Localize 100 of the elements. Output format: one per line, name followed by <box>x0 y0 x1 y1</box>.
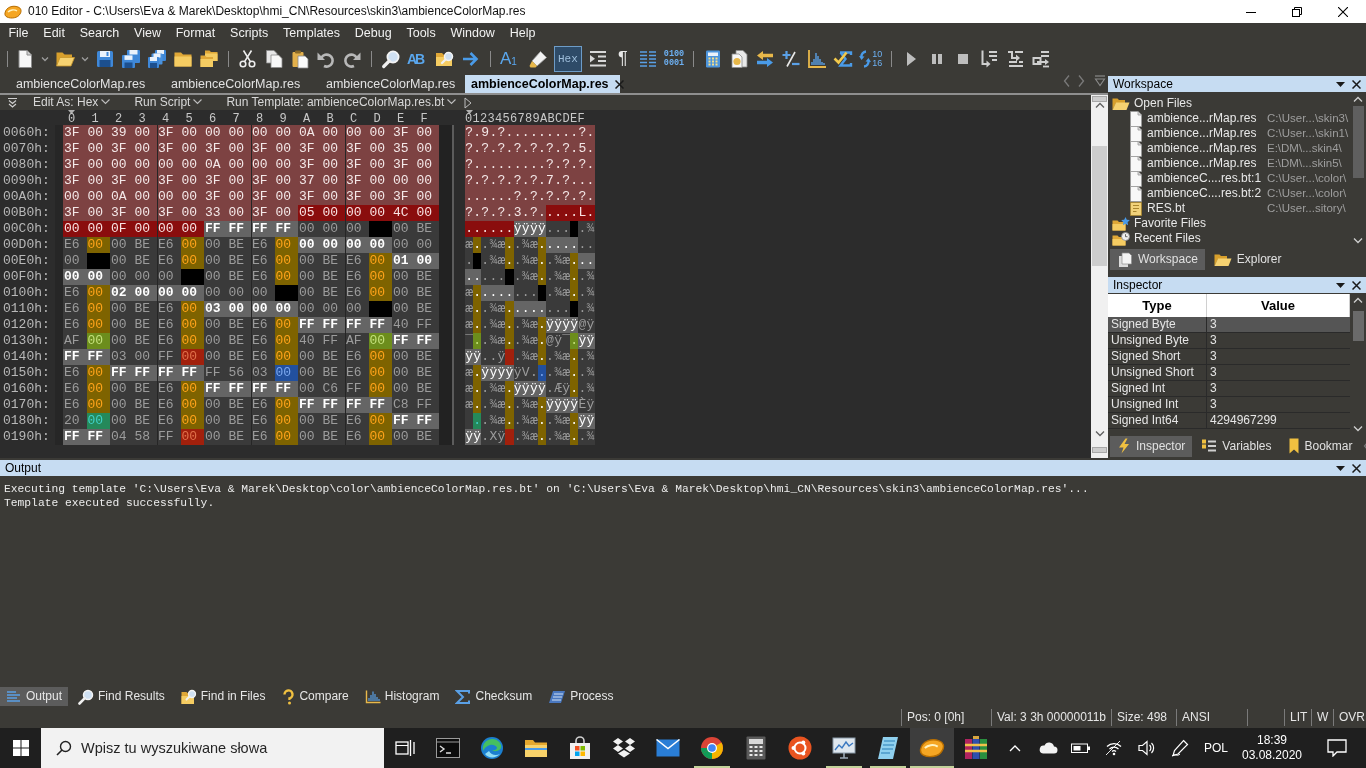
arrow-right-icon[interactable] <box>461 49 481 69</box>
chevron-left-icon[interactable] <box>1062 73 1072 89</box>
lines-arrows-icon[interactable] <box>587 49 608 69</box>
menu-item[interactable]: Tools <box>399 26 444 41</box>
menu-item[interactable]: Scripts <box>222 26 276 41</box>
wifi-icon[interactable] <box>1104 740 1123 756</box>
ring-logo-icon[interactable] <box>788 736 812 760</box>
notepad-icon[interactable] <box>877 736 899 760</box>
table-row[interactable]: Unsigned Byte 3 <box>1108 333 1350 349</box>
file-name[interactable]: ambience...rMap.res <box>1147 126 1263 141</box>
replace-button[interactable]: AB <box>407 50 429 68</box>
hex-toggle-button[interactable]: Hex <box>554 46 582 72</box>
output-tab[interactable]: Find Results <box>72 687 171 706</box>
tab-list-icon[interactable] <box>1094 75 1106 87</box>
menu-item[interactable]: Templates <box>275 26 348 41</box>
swap-arrows-icon[interactable] <box>755 49 776 69</box>
file-tab[interactable]: ambienceColorMap.res <box>0 75 155 93</box>
menu-item[interactable]: Help <box>502 26 543 41</box>
close-icon[interactable] <box>1352 463 1361 473</box>
run-script-dropdown[interactable]: Run Script <box>134 95 203 110</box>
file-name[interactable]: RES.bt <box>1147 201 1263 216</box>
clock-time[interactable]: 18:39 <box>1257 733 1287 748</box>
table-row[interactable]: Unsigned Short 3 <box>1108 365 1350 381</box>
open-box-icon[interactable] <box>612 737 636 759</box>
binary-view-button[interactable]: 0100 0001 <box>663 50 685 68</box>
task-view-icon[interactable] <box>395 739 416 757</box>
table-row[interactable]: Signed Int64 4294967299 <box>1108 413 1350 429</box>
file-name[interactable]: ambience...rMap.res <box>1147 141 1263 156</box>
folder-icon[interactable] <box>524 738 548 758</box>
panel-tab[interactable]: Variables <box>1194 435 1279 457</box>
file-name[interactable]: ambienceC....res.bt:1 <box>1147 171 1263 186</box>
pilcrow-button[interactable]: ¶ <box>613 48 632 70</box>
pages-icon[interactable] <box>264 49 284 69</box>
shopping-bag-icon[interactable] <box>568 736 592 760</box>
file-name[interactable]: ambience...rMap.res <box>1147 111 1263 126</box>
run-template-dropdown[interactable]: Run Template: ambienceColorMap.res.bt <box>226 95 457 110</box>
highlighter-icon[interactable] <box>528 49 548 69</box>
speaker-icon[interactable] <box>1137 740 1156 756</box>
table-row[interactable]: Signed Short 3 <box>1108 349 1350 365</box>
table-row[interactable]: Signed Byte 3 <box>1108 317 1350 333</box>
folder-label[interactable]: Favorite Files <box>1134 216 1207 231</box>
panel-tab[interactable]: Explorer <box>1206 249 1289 270</box>
menu-item[interactable]: View <box>126 26 169 41</box>
panel-tab[interactable]: Inspector <box>1110 435 1193 457</box>
table-row[interactable]: Signed Int 3 <box>1108 381 1350 397</box>
menu-item[interactable]: Search <box>72 26 127 41</box>
folder-search-icon[interactable] <box>435 49 455 69</box>
panel-tab[interactable]: Bookmar <box>1280 435 1360 457</box>
panel-tab[interactable]: Workspace <box>1110 249 1205 270</box>
app-logo-icon[interactable] <box>919 738 945 758</box>
search-icon[interactable] <box>381 49 401 69</box>
open-folder-icon[interactable] <box>1112 96 1130 111</box>
close-icon[interactable] <box>1338 6 1348 17</box>
step-out-icon[interactable] <box>1031 49 1052 69</box>
output-tab[interactable]: Process <box>542 687 620 706</box>
file-name[interactable]: ambience...rMap.res <box>1147 156 1263 171</box>
folder-clock-icon[interactable] <box>1112 231 1130 246</box>
pen-icon[interactable] <box>1170 739 1189 757</box>
edit-as-dropdown[interactable]: Edit As: Hex <box>33 95 111 110</box>
menu-item[interactable]: Edit <box>35 26 73 41</box>
windows-logo-icon[interactable] <box>12 740 29 756</box>
search-field[interactable]: Wpisz tu wyszukiwane słowa <box>41 728 385 768</box>
scrollbar-track[interactable] <box>1091 95 1108 458</box>
dropdown-arrow-icon[interactable] <box>1336 282 1345 288</box>
collapse-icon[interactable] <box>8 97 17 108</box>
cloud-icon[interactable] <box>1037 742 1058 754</box>
circle-logo-icon[interactable] <box>700 736 724 760</box>
stacked-disks-icon[interactable] <box>147 49 167 69</box>
restore-icon[interactable] <box>1292 6 1302 17</box>
output-tab[interactable]: Compare <box>275 687 355 706</box>
folder-label[interactable]: Open Files <box>1134 96 1193 111</box>
clock-date[interactable]: 03.08.2020 <box>1241 748 1303 763</box>
terminal-icon[interactable] <box>436 738 460 758</box>
envelope-icon[interactable] <box>656 739 680 757</box>
swirl-logo-icon[interactable] <box>480 736 504 760</box>
clipboard-icon[interactable] <box>290 49 310 69</box>
output-tab[interactable]: Find in Files <box>174 687 272 706</box>
scrollbar-thumb[interactable] <box>1092 146 1107 266</box>
folders-icon[interactable] <box>199 49 219 69</box>
dropdown-arrow-icon[interactable] <box>1336 81 1345 87</box>
save-icon[interactable] <box>95 49 115 69</box>
folder-label[interactable]: Recent Files <box>1134 231 1201 246</box>
chevron-right-icon[interactable] <box>1076 73 1086 89</box>
scissors-icon[interactable] <box>238 49 258 69</box>
battery-icon[interactable] <box>1070 742 1091 754</box>
output-tab[interactable]: Checksum <box>449 687 539 706</box>
chevron-down-icon[interactable] <box>1094 431 1105 437</box>
close-icon[interactable] <box>1352 79 1361 89</box>
step-into-icon[interactable] <box>979 49 1000 69</box>
scrollbar-thumb[interactable] <box>1352 106 1364 178</box>
dropdown-arrow-icon[interactable] <box>1336 465 1345 471</box>
split-handle[interactable] <box>1092 447 1107 453</box>
new-file-icon[interactable] <box>15 49 35 69</box>
close-icon[interactable] <box>1352 280 1361 290</box>
file-tab[interactable]: ambienceColorMap.res <box>155 75 310 93</box>
notification-icon[interactable] <box>1327 739 1347 757</box>
monitor-icon[interactable] <box>832 737 856 759</box>
table-row[interactable]: Unsigned Int 3 <box>1108 397 1350 413</box>
histogram-icon[interactable] <box>807 49 828 69</box>
step-over-icon[interactable] <box>1005 49 1026 69</box>
